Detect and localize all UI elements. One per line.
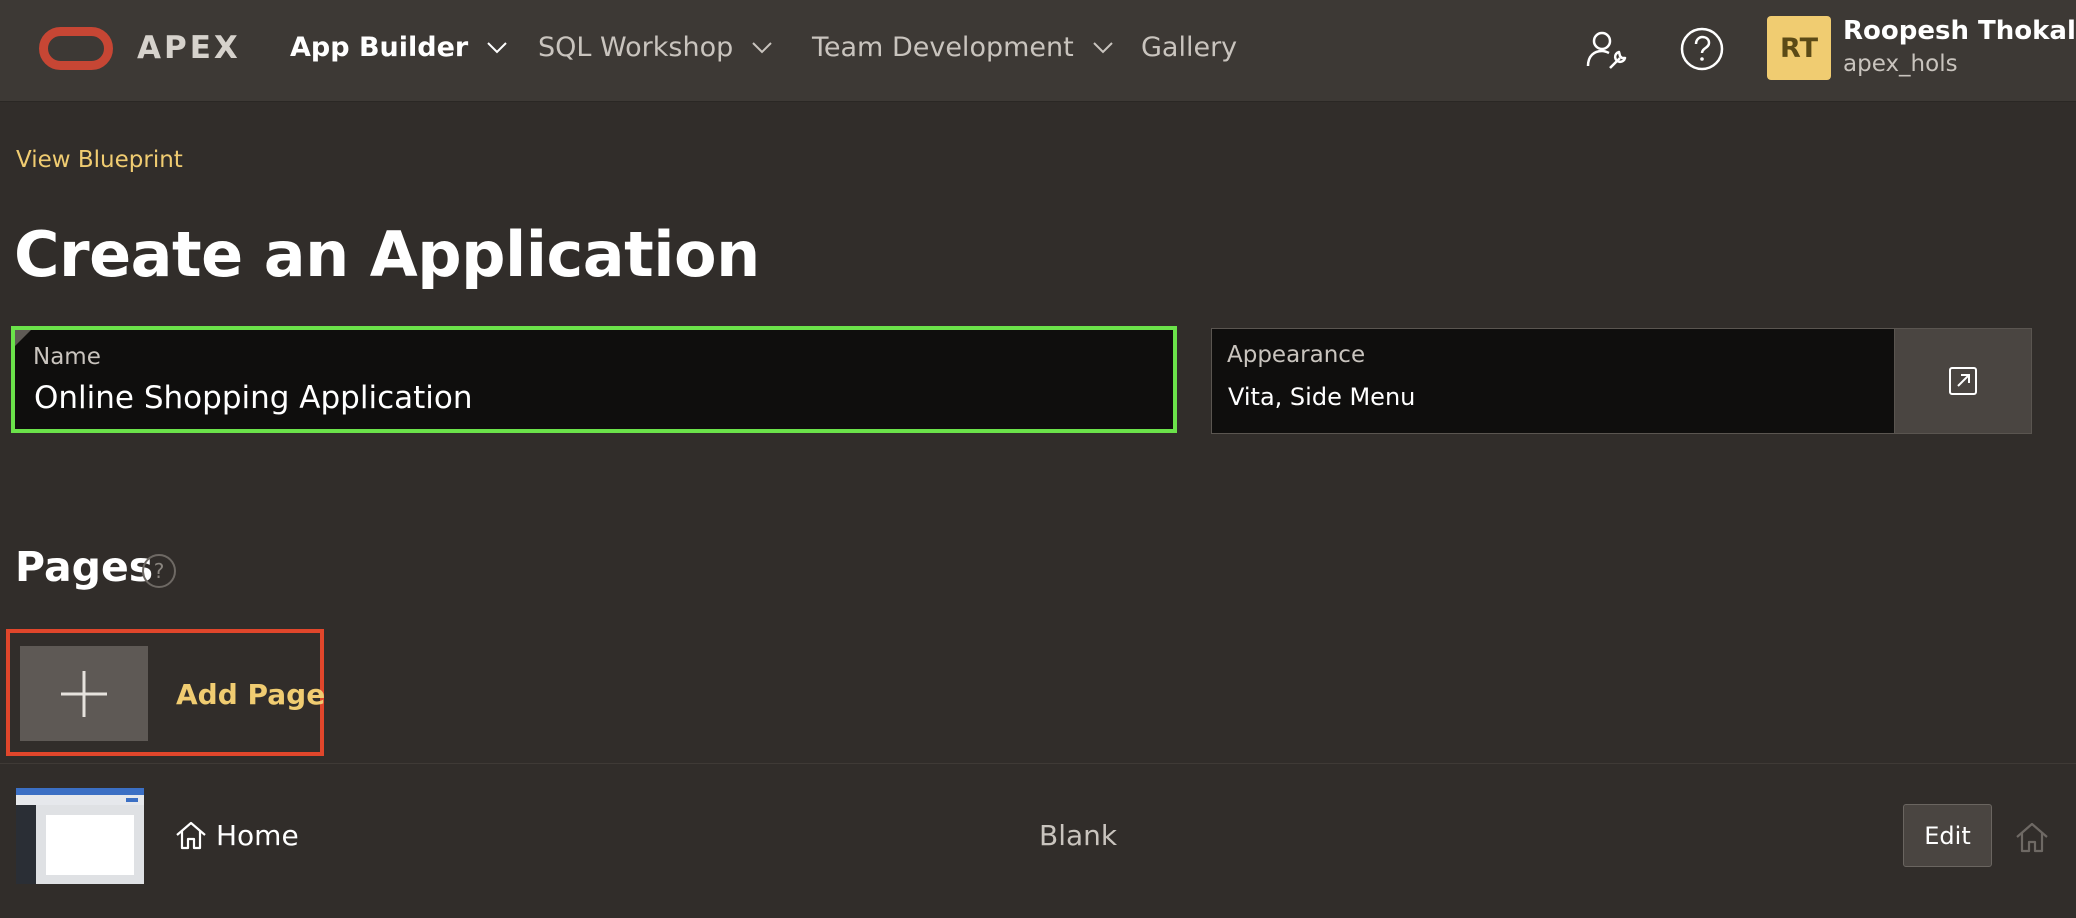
appearance-field: Appearance Vita, Side Menu (1211, 328, 1895, 434)
page-thumbnail (16, 788, 144, 884)
pages-help-icon[interactable]: ? (142, 554, 176, 588)
add-page-label[interactable]: Add Page (176, 678, 325, 711)
required-indicator (15, 330, 31, 346)
set-home-icon[interactable] (2015, 821, 2049, 853)
oracle-logo-icon[interactable] (39, 27, 113, 70)
chevron-down-icon (1093, 41, 1113, 53)
top-navigation-bar: APEX App Builder SQL Workshop Team Devel… (0, 0, 2076, 102)
edit-page-button[interactable]: Edit (1903, 804, 1992, 867)
page-name: Home (216, 819, 299, 852)
appearance-value: Vita, Side Menu (1228, 383, 1416, 411)
user-name[interactable]: Roopesh Thokala (1843, 16, 2076, 46)
name-label: Name (33, 344, 101, 370)
nav-app-builder[interactable]: App Builder (290, 32, 508, 63)
chevron-down-icon (487, 41, 507, 53)
nav-team-development[interactable]: Team Development (812, 32, 1114, 63)
appearance-label: Appearance (1227, 342, 1366, 368)
appearance-settings-button[interactable] (1894, 328, 2032, 434)
name-input[interactable]: Online Shopping Application (34, 380, 473, 416)
add-page-tile[interactable] (20, 646, 148, 741)
page-title: Create an Application (14, 218, 760, 291)
plus-icon (61, 670, 107, 717)
administration-icon[interactable] (1584, 28, 1628, 72)
nav-label: App Builder (290, 32, 469, 63)
workspace-name: apex_hols (1843, 51, 1958, 77)
nav-label: SQL Workshop (538, 32, 734, 63)
add-page-button[interactable]: Add Page (6, 629, 325, 756)
view-blueprint-link[interactable]: View Blueprint (16, 147, 183, 173)
chevron-down-icon (752, 41, 772, 53)
help-icon[interactable] (1679, 26, 1725, 72)
nav-gallery[interactable]: Gallery (1141, 32, 1237, 63)
home-icon (176, 821, 206, 850)
avatar[interactable]: RT (1767, 16, 1831, 80)
name-field[interactable]: Name Online Shopping Application (11, 326, 1177, 433)
open-dialog-icon (1949, 367, 1977, 395)
list-item: Home Blank Edit (0, 764, 2076, 918)
pages-section-title: Pages (15, 543, 154, 591)
apex-brand[interactable]: APEX (137, 30, 241, 66)
nav-label: Team Development (812, 32, 1074, 63)
nav-sql-workshop[interactable]: SQL Workshop (538, 32, 773, 63)
nav-label: Gallery (1141, 32, 1238, 63)
page-type: Blank (1039, 819, 1118, 852)
